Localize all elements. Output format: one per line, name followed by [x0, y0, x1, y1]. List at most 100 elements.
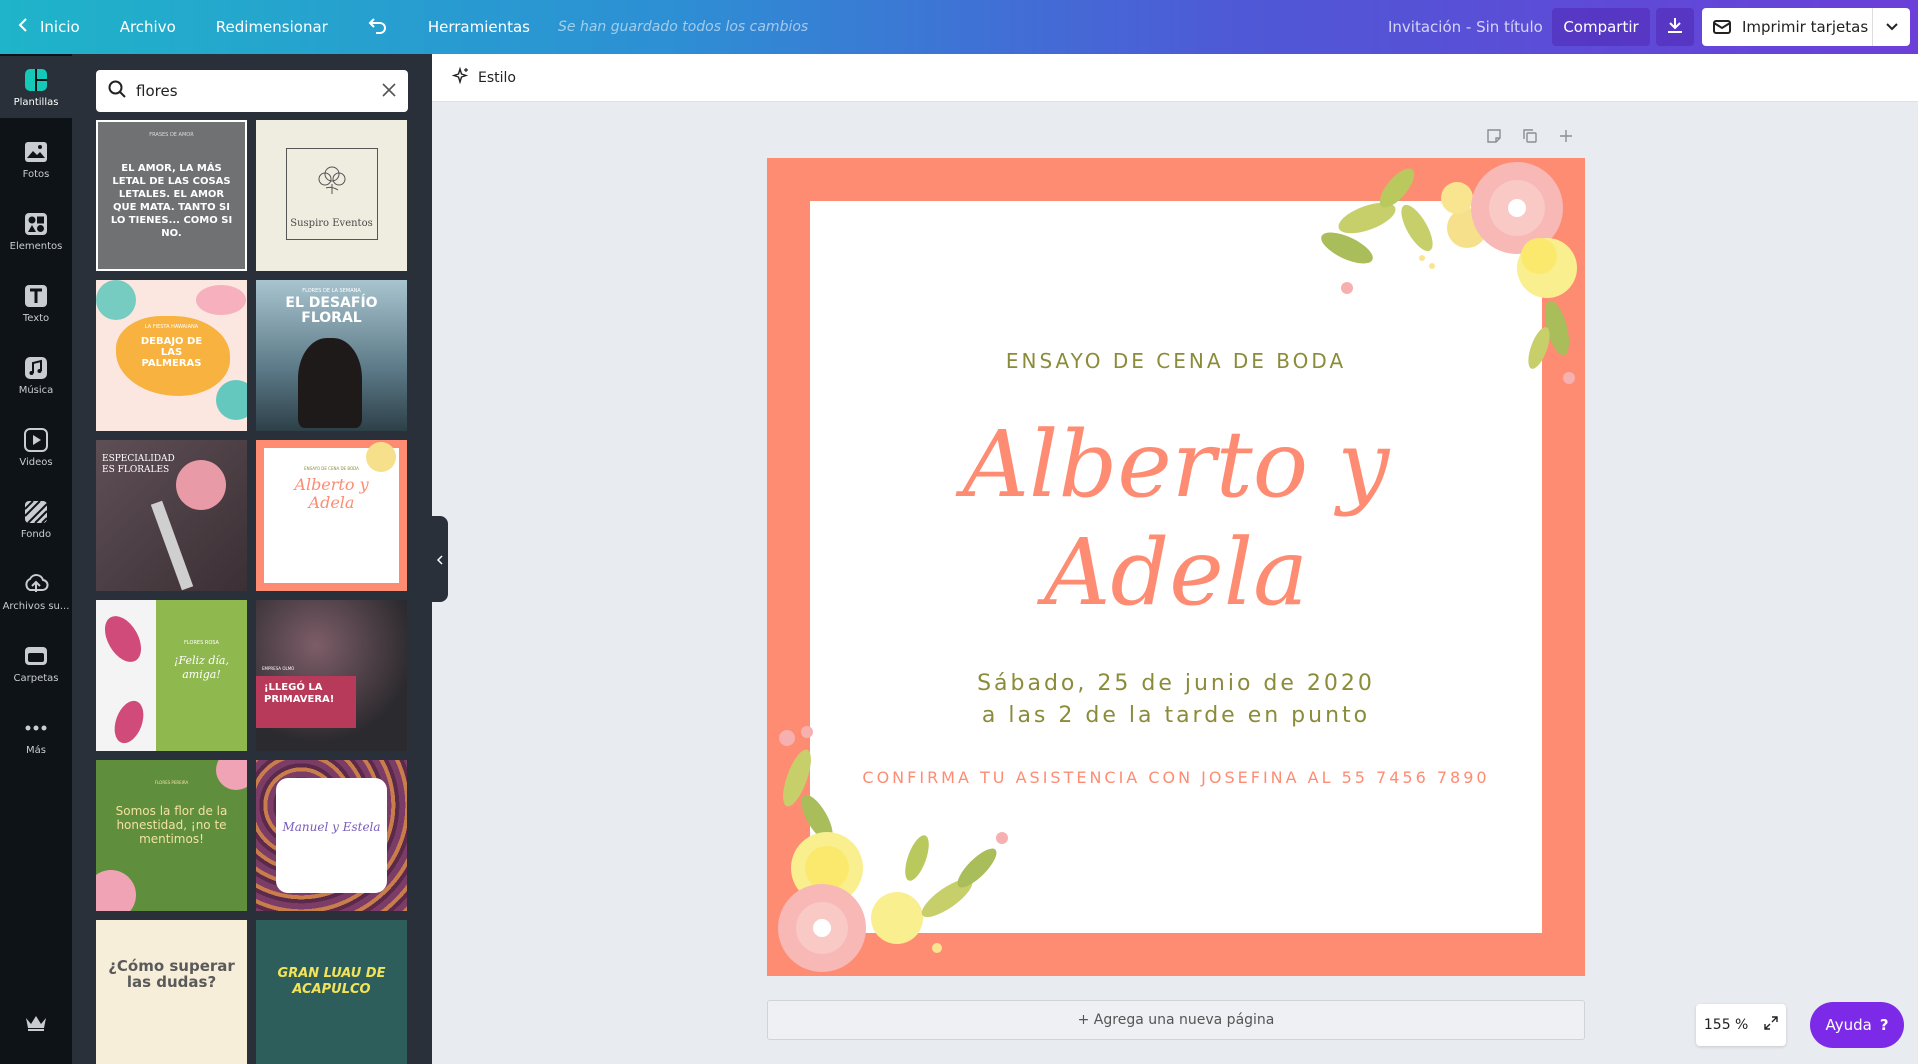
names-line-2[interactable]: Adela — [810, 519, 1542, 627]
rail-label: Fotos — [22, 168, 50, 180]
template-thumb[interactable]: LA FIESTA HAWAIANA DEBAJO DE LAS PALMERA… — [96, 280, 247, 431]
template-title: ¡Feliz día, amiga! — [174, 654, 229, 681]
elements-icon — [23, 211, 49, 237]
template-thumb[interactable]: Manuel y Estela — [256, 760, 407, 911]
zoom-level[interactable]: 155 % — [1704, 1017, 1748, 1033]
top-bar: Inicio Archivo Redimensionar Herramienta… — [0, 0, 1918, 54]
undo-icon — [368, 16, 388, 38]
template-subtitle: FLORES ROSA — [184, 640, 219, 646]
sparkle-icon — [451, 66, 470, 89]
print-cards-button[interactable]: Imprimir tarjetas — [1702, 8, 1910, 46]
template-thumb[interactable]: ¿Cómo superar las dudas? — [96, 920, 247, 1064]
template-subtitle: ENSAYO DE CENA DE BODA — [304, 466, 359, 471]
rail-label: Plantillas — [13, 96, 59, 108]
close-icon[interactable] — [382, 82, 396, 101]
style-label: Estilo — [478, 69, 516, 86]
chevron-down-icon[interactable] — [1872, 8, 1910, 46]
rail-label: Texto — [22, 312, 50, 324]
zoom-control[interactable]: 155 % — [1696, 1004, 1786, 1046]
style-button[interactable]: Estilo — [451, 66, 516, 89]
share-button[interactable]: Compartir — [1552, 8, 1650, 46]
rail-item-videos[interactable]: Videos — [0, 416, 72, 478]
save-status: Se han guardado todos los cambios — [558, 19, 809, 35]
template-subtitle: EMPRESA OLMO — [262, 666, 295, 671]
template-thumb[interactable]: EMPRESA OLMO ¡LLEGÓ LA PRIMAVERA! — [256, 600, 407, 751]
rail-item-photos[interactable]: Fotos — [0, 128, 72, 190]
template-subtitle: FRASES DE AMOR — [149, 132, 194, 138]
template-thumb[interactable]: FLORES DE LA SEMANA EL DESAFÍO FLORAL — [256, 280, 407, 431]
template-title: Alberto y Adela — [294, 475, 369, 512]
template-title: GRAN LUAU DE ACAPULCO — [277, 966, 386, 997]
template-thumb[interactable]: FLORES PEREIRA Somos la flor de la hones… — [96, 760, 247, 911]
template-title: ESPECIALIDAD ES FLORALES — [102, 454, 175, 475]
template-title: DEBAJO DE LAS PALMERAS — [140, 336, 203, 369]
folder-icon — [23, 643, 49, 669]
add-page-icon[interactable] — [1558, 128, 1574, 148]
rail-label: Carpetas — [13, 672, 59, 684]
names-line-1[interactable]: Alberto y — [810, 411, 1542, 519]
rail-label: Archivos su... — [2, 600, 70, 612]
search-box[interactable] — [96, 70, 408, 112]
rail-label: Música — [18, 384, 54, 396]
template-title: Suspiro Eventos — [290, 218, 373, 229]
upload-icon — [23, 571, 49, 597]
chevron-left-icon — [18, 17, 28, 37]
templates-icon — [23, 67, 49, 93]
note-icon[interactable] — [1486, 128, 1502, 148]
rail-item-folders[interactable]: Carpetas — [0, 632, 72, 694]
template-title: Manuel y Estela — [282, 820, 381, 834]
rail-label: Elementos — [9, 240, 63, 252]
floral-decoration-top[interactable] — [1307, 158, 1585, 418]
document-title[interactable]: Invitación - Sin título — [1388, 0, 1543, 54]
help-label: Ayuda — [1825, 1016, 1872, 1034]
template-subtitle: FLORES PEREIRA — [154, 780, 189, 785]
background-icon — [23, 499, 49, 525]
template-title: ¡LLEGÓ LA PRIMAVERA! — [264, 682, 335, 705]
floral-decoration-bottom[interactable] — [767, 718, 1067, 976]
side-rail: Plantillas Fotos Elementos Texto Música … — [0, 54, 72, 1064]
home-button[interactable]: Inicio — [0, 0, 100, 54]
crown-icon[interactable] — [24, 1014, 48, 1036]
duplicate-icon[interactable] — [1522, 128, 1538, 148]
template-thumb[interactable]: FRASES DE AMOR EL AMOR, LA MÁS LETAL DE … — [96, 120, 247, 271]
date-text[interactable]: Sábado, 25 de junio de 2020 — [810, 671, 1542, 696]
video-icon — [23, 427, 49, 453]
template-title: ¿Cómo superar las dudas? — [108, 957, 235, 991]
rail-item-elements[interactable]: Elementos — [0, 200, 72, 262]
template-thumb[interactable]: GRAN LUAU DE ACAPULCO — [256, 920, 407, 1064]
more-icon — [23, 715, 49, 741]
template-thumb[interactable]: Suspiro Eventos — [256, 120, 407, 271]
template-title: EL DESAFÍO FLORAL — [285, 295, 378, 326]
template-thumb[interactable]: ESPECIALIDAD ES FLORALES — [96, 440, 247, 591]
rail-label: Videos — [19, 456, 53, 468]
rail-item-templates[interactable]: Plantillas — [0, 56, 72, 118]
template-thumb[interactable]: ENSAYO DE CENA DE BODA Alberto y Adela — [256, 440, 407, 591]
design-page[interactable]: ENSAYO DE CENA DE BODA Alberto y Adela S… — [767, 158, 1585, 976]
template-thumb[interactable]: FLORES ROSA ¡Feliz día, amiga! — [96, 600, 247, 751]
help-button[interactable]: Ayuda ? — [1810, 1002, 1904, 1048]
editor-toolbar: Estilo — [432, 54, 1918, 102]
rail-item-uploads[interactable]: Archivos su... — [0, 560, 72, 622]
rail-item-background[interactable]: Fondo — [0, 488, 72, 550]
template-subtitle: LA FIESTA HAWAIANA — [144, 324, 199, 330]
template-title: EL AMOR, LA MÁS LETAL DE LAS COSAS LETAL… — [110, 163, 233, 239]
rail-item-text[interactable]: Texto — [0, 272, 72, 334]
question-icon: ? — [1879, 1016, 1889, 1034]
add-page-button[interactable]: + Agrega una nueva página — [767, 1000, 1585, 1040]
expand-icon[interactable] — [1764, 1016, 1778, 1034]
undo-button[interactable] — [348, 0, 408, 54]
home-label: Inicio — [40, 18, 80, 36]
rail-item-more[interactable]: Más — [0, 704, 72, 766]
page-tools — [1486, 128, 1574, 148]
flower-icon — [314, 160, 350, 200]
rail-item-music[interactable]: Música — [0, 344, 72, 406]
envelope-icon — [1702, 18, 1742, 36]
search-input[interactable] — [136, 82, 382, 100]
rail-label: Fondo — [20, 528, 52, 540]
tools-menu[interactable]: Herramientas — [408, 0, 550, 54]
download-button[interactable] — [1656, 8, 1694, 46]
search-icon — [108, 80, 126, 102]
resize-button[interactable]: Redimensionar — [196, 0, 348, 54]
file-menu[interactable]: Archivo — [100, 0, 196, 54]
collapse-panel-handle[interactable] — [432, 516, 448, 602]
